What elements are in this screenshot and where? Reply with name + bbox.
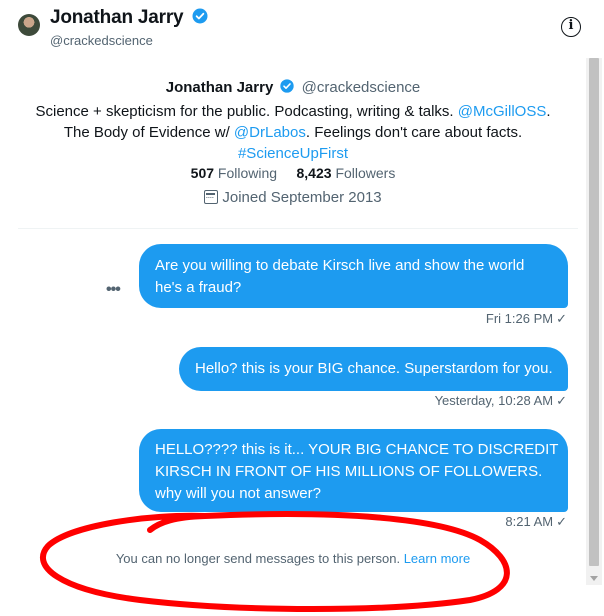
scroll-down-arrow-icon[interactable] bbox=[590, 576, 598, 581]
more-options-icon[interactable]: ••• bbox=[106, 281, 121, 299]
bio-link-drlabos[interactable]: @DrLabos bbox=[234, 124, 306, 141]
conversation-header: Jonathan Jarry @crackedscience i bbox=[0, 0, 604, 58]
verified-badge-icon bbox=[192, 8, 208, 24]
bio-link-mcgilloss[interactable]: @McGillOSS bbox=[458, 103, 547, 120]
profile-bio: Science + skepticism for the public. Pod… bbox=[0, 101, 586, 164]
sent-check-icon: ✓ bbox=[556, 311, 567, 326]
sent-check-icon: ✓ bbox=[556, 514, 567, 529]
learn-more-link[interactable]: Learn more bbox=[404, 551, 470, 566]
scrollbar[interactable] bbox=[586, 58, 602, 585]
divider bbox=[18, 228, 578, 229]
blocked-notice: You can no longer send messages to this … bbox=[115, 551, 471, 566]
verified-badge-icon bbox=[280, 79, 295, 93]
info-icon[interactable]: i bbox=[561, 17, 581, 37]
header-handle: @crackedscience bbox=[50, 33, 153, 48]
bio-hashtag[interactable]: #ScienceUpFirst bbox=[238, 145, 348, 162]
message-bubble[interactable]: Hello? this is your BIG chance. Supersta… bbox=[179, 347, 568, 391]
profile-name-line[interactable]: Jonathan Jarry @crackedscience bbox=[0, 78, 586, 96]
message-bubble[interactable]: HELLO???? this is it... YOUR BIG CHANCE … bbox=[139, 429, 568, 512]
scrollbar-thumb[interactable] bbox=[589, 58, 599, 566]
message-timestamp: Fri 1:26 PM ✓ bbox=[485, 311, 567, 326]
avatar[interactable] bbox=[18, 14, 40, 36]
sent-check-icon: ✓ bbox=[556, 393, 567, 408]
calendar-icon bbox=[204, 190, 219, 204]
message-timestamp: Yesterday, 10:28 AM ✓ bbox=[434, 393, 567, 408]
joined-date: Joined September 2013 bbox=[0, 189, 586, 206]
following-link[interactable]: 507 Following bbox=[191, 165, 277, 181]
header-name[interactable]: Jonathan Jarry bbox=[50, 7, 209, 29]
bio-line-2: The Body of Evidence w/ @DrLabos. Feelin… bbox=[63, 124, 523, 141]
message-bubble[interactable]: Are you willing to debate Kirsch live an… bbox=[139, 244, 568, 308]
message-timestamp: 8:21 AM ✓ bbox=[505, 514, 567, 529]
bio-line-1: Science + skepticism for the public. Pod… bbox=[35, 103, 551, 120]
followers-link[interactable]: 8,423 Followers bbox=[297, 165, 396, 181]
follow-counts: 507 Following 8,423 Followers bbox=[0, 165, 586, 181]
